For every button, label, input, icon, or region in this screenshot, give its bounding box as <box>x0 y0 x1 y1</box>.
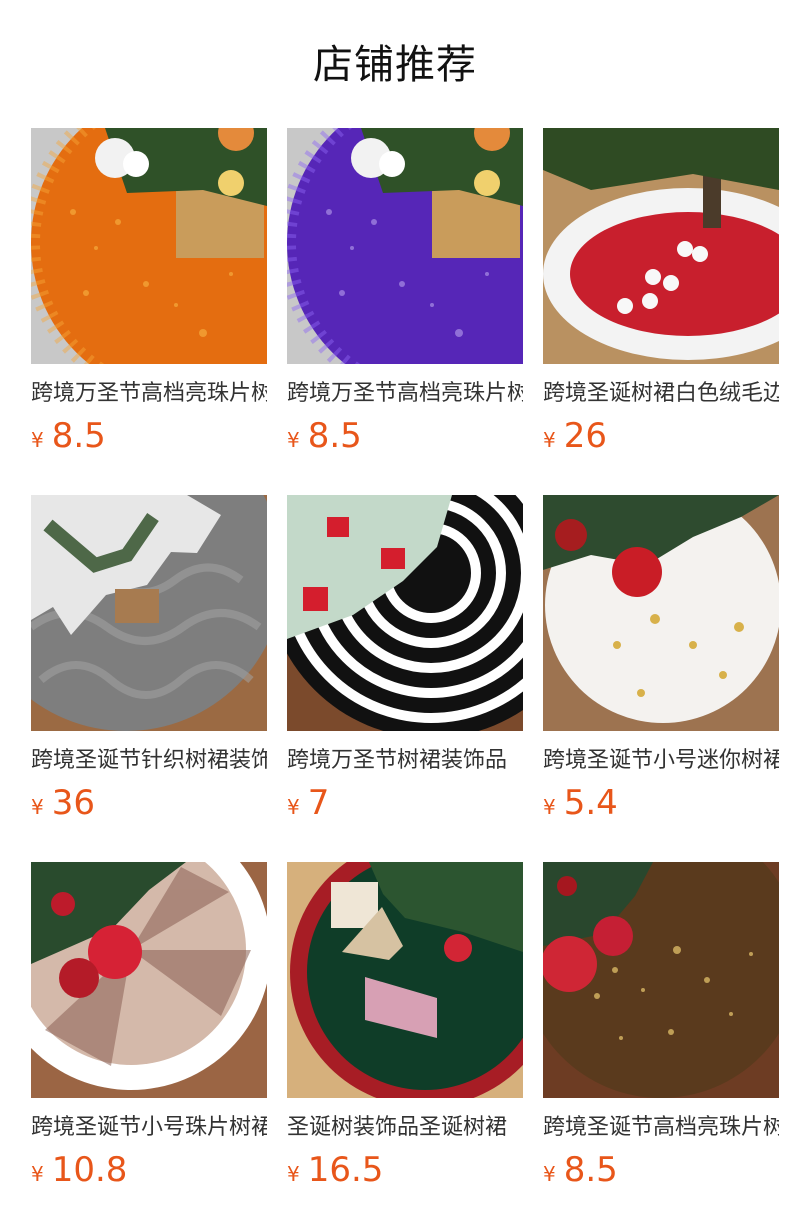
product-name[interactable]: 跨境万圣节树裙装饰品 <box>287 744 523 778</box>
price: ¥8.5 <box>543 1149 618 1191</box>
product-name[interactable]: 跨境圣诞节针织树裙装饰 <box>31 744 267 778</box>
price-value: 8.5 <box>307 416 362 456</box>
product-name[interactable]: 跨境圣诞节高档亮珠片树裙 <box>543 1111 779 1145</box>
product-name[interactable]: 跨境圣诞节小号珠片树裙 <box>31 1111 267 1145</box>
price: ¥7 <box>287 782 329 824</box>
price-value: 7 <box>307 783 330 823</box>
price-value: 26 <box>563 416 607 456</box>
product-card[interactable]: 跨境圣诞节小号迷你树裙 ¥5.4 <box>543 495 779 835</box>
currency-symbol: ¥ <box>543 428 556 452</box>
gold-sequin-tree-skirt-icon[interactable] <box>543 862 779 1098</box>
price-value: 8.5 <box>563 1150 618 1190</box>
red-white-plush-tree-skirt-icon[interactable] <box>543 128 779 364</box>
price-value: 16.5 <box>307 1150 384 1190</box>
currency-symbol: ¥ <box>543 1162 556 1186</box>
product-card[interactable]: 跨境圣诞树裙白色绒毛边 ¥26 <box>543 128 779 468</box>
currency-symbol: ¥ <box>31 428 44 452</box>
currency-symbol: ¥ <box>287 1162 300 1186</box>
currency-symbol: ¥ <box>31 795 44 819</box>
price-value: 10.8 <box>51 1150 128 1190</box>
white-snowflake-tree-skirt-icon[interactable] <box>543 495 779 731</box>
currency-symbol: ¥ <box>287 795 300 819</box>
price: ¥5.4 <box>543 782 618 824</box>
black-white-stripe-tree-skirt-icon[interactable] <box>287 495 523 731</box>
price: ¥8.5 <box>287 415 362 457</box>
product-name[interactable]: 跨境圣诞树裙白色绒毛边 <box>543 377 779 411</box>
price: ¥8.5 <box>31 415 106 457</box>
currency-symbol: ¥ <box>31 1162 44 1186</box>
price: ¥10.8 <box>31 1149 127 1191</box>
product-name[interactable]: 跨境圣诞节小号迷你树裙 <box>543 744 779 778</box>
price: ¥16.5 <box>287 1149 383 1191</box>
product-card[interactable]: 跨境万圣节高档亮珠片树裙 ¥8.5 <box>287 128 523 468</box>
product-name[interactable]: 跨境万圣节高档亮珠片树裙 <box>287 377 523 411</box>
product-name[interactable]: 跨境万圣节高档亮珠片树裙 <box>31 377 267 411</box>
price-value: 5.4 <box>563 783 618 823</box>
rosegold-sequin-tree-skirt-icon[interactable] <box>31 862 267 1098</box>
price-value: 8.5 <box>51 416 106 456</box>
product-card[interactable]: 跨境圣诞节针织树裙装饰 ¥36 <box>31 495 267 835</box>
green-red-elf-tree-skirt-icon[interactable] <box>287 862 523 1098</box>
orange-sequin-tree-skirt-icon[interactable] <box>31 128 267 364</box>
purple-sequin-tree-skirt-icon[interactable] <box>287 128 523 364</box>
product-card[interactable]: 跨境万圣节高档亮珠片树裙 ¥8.5 <box>31 128 267 468</box>
price: ¥36 <box>31 782 95 824</box>
price: ¥26 <box>543 415 607 457</box>
product-card[interactable]: 跨境圣诞节小号珠片树裙 ¥10.8 <box>31 862 267 1202</box>
product-card[interactable]: 圣诞树装饰品圣诞树裙 ¥16.5 <box>287 862 523 1202</box>
store-recommendation-page: 店铺推荐 跨境万圣节高档亮珠片树裙 ¥8.5 <box>0 0 790 1230</box>
product-card[interactable]: 跨境圣诞节高档亮珠片树裙 ¥8.5 <box>543 862 779 1202</box>
price-value: 36 <box>51 783 95 823</box>
page-title: 店铺推荐 <box>313 42 477 88</box>
product-name[interactable]: 圣诞树装饰品圣诞树裙 <box>287 1111 523 1145</box>
currency-symbol: ¥ <box>543 795 556 819</box>
grey-knit-tree-skirt-icon[interactable] <box>31 495 267 731</box>
product-card[interactable]: 跨境万圣节树裙装饰品 ¥7 <box>287 495 523 835</box>
currency-symbol: ¥ <box>287 428 300 452</box>
